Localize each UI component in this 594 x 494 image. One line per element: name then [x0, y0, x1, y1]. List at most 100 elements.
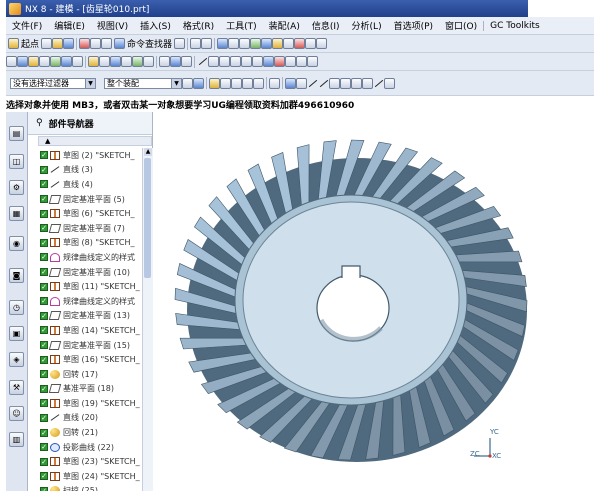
feature-row[interactable]: ✓ 基准平面 (18) [38, 382, 142, 397]
quadrant-snap-icon[interactable] [253, 77, 264, 89]
snap-arc-center-icon[interactable] [340, 77, 351, 89]
orient-view-icon[interactable] [261, 38, 273, 49]
snap-icon[interactable] [190, 38, 202, 49]
shaded-icon[interactable] [272, 38, 284, 49]
navigator-scrollbar[interactable]: ▲ [142, 148, 153, 491]
feature-row[interactable]: ✓ 固定基准平面 (15) [38, 338, 142, 353]
checkbox-icon[interactable]: ✓ [40, 282, 48, 291]
menu-gc-toolkits[interactable]: GC Toolkits [483, 20, 546, 31]
start-button[interactable]: 起点 [8, 37, 39, 50]
snap-tangent-icon[interactable] [318, 78, 329, 89]
shell-icon[interactable] [110, 56, 121, 67]
checkbox-icon[interactable]: ✓ [40, 472, 48, 481]
layer-icon[interactable] [305, 38, 317, 49]
feature-row[interactable]: ✓ 固定基准平面 (10) [38, 265, 142, 280]
snap-edge-icon[interactable] [296, 77, 307, 89]
spiral-bevel-gear-model[interactable] [153, 112, 594, 491]
checkbox-icon[interactable]: ✓ [40, 355, 48, 364]
navigator-column-header[interactable]: ▲ [38, 136, 152, 146]
datum-csys-icon[interactable] [181, 56, 192, 67]
chamfer-icon[interactable] [99, 56, 110, 67]
snap-plus-icon[interactable] [362, 77, 373, 89]
bridge-curve-icon[interactable] [296, 56, 307, 67]
system-scene-icon[interactable]: ▥ [9, 432, 24, 447]
feature-row[interactable]: ✓ 规律曲线定义的样式 [38, 250, 142, 265]
assembly-navigator-icon[interactable]: ▤ [9, 126, 24, 141]
snap-curve-icon[interactable] [329, 77, 340, 89]
menu-information[interactable]: 信息(I) [306, 19, 346, 32]
feature-row[interactable]: ✓ 投影曲线 (22) [38, 440, 142, 455]
revolve-icon[interactable] [28, 56, 39, 67]
arc-icon[interactable] [208, 56, 219, 67]
select-all-icon[interactable] [193, 77, 204, 89]
menu-tools[interactable]: 工具(T) [220, 19, 263, 32]
feature-row[interactable]: ✓ 草图 (8) "SKETCH_ [38, 236, 142, 251]
pan-icon[interactable] [239, 38, 251, 49]
checkbox-icon[interactable]: ✓ [40, 428, 48, 437]
fit-view-icon[interactable] [217, 38, 229, 49]
redo-icon[interactable] [101, 38, 113, 49]
feature-row[interactable]: ✓ 直线 (3) [38, 163, 142, 178]
box-select-icon[interactable] [269, 77, 280, 89]
checkbox-icon[interactable]: ✓ [40, 238, 48, 247]
boss-icon[interactable] [50, 56, 61, 67]
feature-row[interactable]: ✓ 草图 (19) "SKETCH_ [38, 396, 142, 411]
hd3d-tools-icon[interactable]: ◉ [9, 236, 24, 251]
checkbox-icon[interactable]: ✓ [40, 253, 48, 262]
offset-curve-icon[interactable] [263, 56, 274, 67]
tool-icon[interactable] [174, 38, 186, 49]
menu-assembly[interactable]: 装配(A) [263, 19, 306, 32]
endpoint-snap-icon[interactable] [220, 77, 231, 89]
center-snap-icon[interactable] [242, 77, 253, 89]
menu-edit[interactable]: 编辑(E) [48, 19, 91, 32]
checkbox-icon[interactable]: ✓ [40, 399, 48, 408]
render-style-icon[interactable] [294, 38, 306, 49]
menu-analysis[interactable]: 分析(L) [346, 19, 388, 32]
snap-line-icon[interactable] [307, 78, 318, 89]
pad-icon[interactable] [72, 56, 83, 67]
command-finder-button[interactable]: 命令查找器 [114, 37, 172, 50]
rectangle-icon[interactable] [219, 56, 230, 67]
feature-row[interactable]: ✓ 规律曲线定义的样式 [38, 294, 142, 309]
checkbox-icon[interactable]: ✓ [40, 457, 48, 466]
snap-square-icon[interactable] [384, 77, 395, 89]
checkbox-icon[interactable]: ✓ [40, 268, 48, 277]
new-file-icon[interactable] [41, 38, 53, 49]
snap-point-icon[interactable] [209, 77, 220, 89]
delete-icon[interactable] [79, 38, 91, 49]
spline-icon[interactable] [241, 56, 252, 67]
checkbox-icon[interactable]: ✓ [40, 180, 48, 189]
datum-plane-icon[interactable] [159, 56, 170, 67]
checkbox-icon[interactable]: ✓ [40, 311, 48, 320]
checkbox-icon[interactable]: ✓ [40, 413, 48, 422]
checkbox-icon[interactable]: ✓ [40, 384, 48, 393]
checkbox-icon[interactable]: ✓ [40, 151, 48, 160]
feature-row[interactable]: ✓ 回转 (17) [38, 367, 142, 382]
feature-row[interactable]: ✓ 草图 (11) "SKETCH_ [38, 279, 142, 294]
feature-row[interactable]: ✓ 固定基准平面 (13) [38, 309, 142, 324]
checkbox-icon[interactable]: ✓ [40, 224, 48, 233]
graphics-window[interactable]: YC ZC XC [153, 112, 594, 491]
midpoint-snap-icon[interactable] [231, 77, 242, 89]
pattern-icon[interactable] [121, 56, 132, 67]
constraint-navigator-icon[interactable]: ◫ [9, 154, 24, 169]
snap-diagonal-icon[interactable] [373, 78, 384, 89]
web-browser-icon[interactable]: ◙ [9, 268, 24, 283]
line-icon[interactable] [197, 56, 208, 67]
sketch-icon[interactable] [6, 56, 17, 67]
feature-row[interactable]: ✓ 草图 (2) "SKETCH_ [38, 148, 142, 163]
checkbox-icon[interactable]: ✓ [40, 297, 48, 306]
type-filter-select[interactable]: 没有选择过滤器 ▼ [10, 77, 96, 89]
checkbox-icon[interactable]: ✓ [40, 195, 48, 204]
rotate-icon[interactable] [250, 38, 262, 49]
roles-icon[interactable]: ☺ [9, 406, 24, 421]
text-icon[interactable] [252, 56, 263, 67]
mirror-icon[interactable] [132, 56, 143, 67]
feature-row[interactable]: ✓ 草图 (14) "SKETCH_ [38, 323, 142, 338]
snap-grid-icon[interactable] [285, 77, 296, 89]
hole-icon[interactable] [39, 56, 50, 67]
extrude-icon[interactable] [17, 56, 28, 67]
feature-row[interactable]: ✓ 固定基准平面 (7) [38, 221, 142, 236]
menu-file[interactable]: 文件(F) [6, 19, 48, 32]
menu-view[interactable]: 视图(V) [91, 19, 134, 32]
